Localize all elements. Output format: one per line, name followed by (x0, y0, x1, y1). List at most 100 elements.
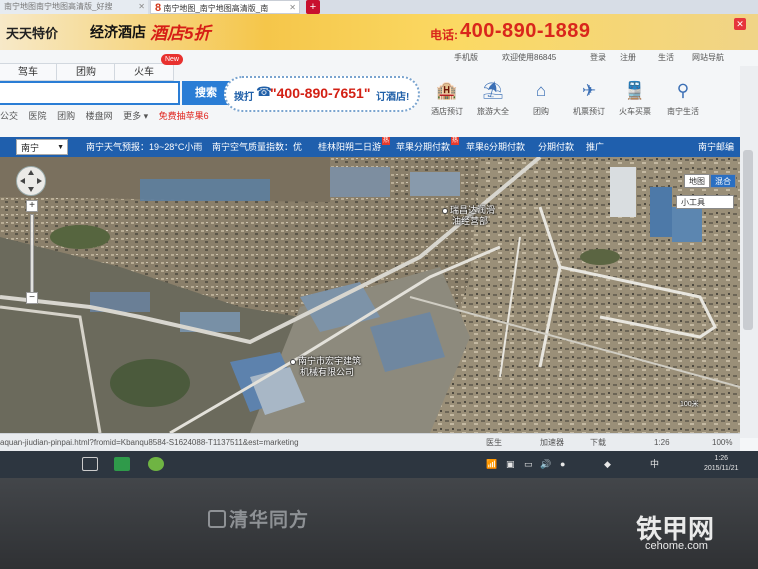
ime-indicator[interactable]: 中 (650, 457, 659, 471)
volume-icon[interactable]: 🔊 (540, 457, 551, 471)
browser-screen: 南宁地图南宁地图高清版_好搜 ✕ 8 南宁地图_南宁地图高清版_南 ✕ + 天天… (0, 0, 758, 478)
promo-link-label: 苹果分期付款 (396, 142, 451, 152)
tab-bar: 南宁地图南宁地图高清版_好搜 ✕ 8 南宁地图_南宁地图高清版_南 ✕ + (0, 0, 758, 14)
link-mobile[interactable]: 手机版 (454, 50, 478, 66)
close-icon[interactable]: ✕ (734, 18, 746, 30)
tab-label: 南宁地图_南宁地图高清版_南 (163, 4, 269, 13)
browser-tab-2[interactable]: 8 南宁地图_南宁地图高清版_南 ✕ (150, 0, 300, 14)
status-url: aquan-jiudian-pinpai.html?fromid=Kbanqu8… (0, 438, 299, 447)
link-property[interactable]: 楼盘网 (86, 111, 113, 121)
map-scale: 100米 (680, 401, 699, 408)
link-hospital[interactable]: 医院 (29, 111, 47, 121)
link-more[interactable]: 更多 ▾ (123, 111, 148, 121)
link-promo[interactable]: 免费抽苹果6 (159, 111, 209, 121)
icon-train[interactable]: 🚆 火车买票 (612, 80, 658, 117)
info-bar: 南宁 ▼ 南宁天气预报：19~28°C小雨 南宁空气质量指数：优 桂林阳朔二日游… (0, 137, 758, 157)
quick-links: 公交 医院 团购 楼盘网 更多 ▾ 免费抽苹果6 (0, 109, 217, 122)
poi-label-1[interactable]: 瑞昌达润滑 油经营部 (442, 205, 495, 227)
link-life[interactable]: 生活 (658, 50, 674, 66)
poi-label-line-2: 机械有限公司 (300, 367, 355, 377)
status-zoom[interactable]: 100% (712, 434, 732, 451)
icon-label: 南宁生活 (667, 107, 699, 116)
security-icon[interactable]: ● (560, 457, 565, 471)
poi-marker-icon (290, 358, 296, 365)
status-time: 1:26 (654, 438, 670, 447)
tray-icon[interactable]: ▣ (506, 457, 515, 471)
poi-label-line-1: 南宁市宏宇建筑 (298, 356, 362, 366)
new-badge: New (161, 54, 183, 65)
tab-drive[interactable]: 驾车 (0, 63, 58, 81)
map-type-map[interactable]: 地图 (684, 174, 710, 188)
taskbar-clock[interactable]: 1:26 2015/11/21 (704, 454, 739, 474)
poi-label-line-2: 油经营部 (452, 216, 489, 226)
task-view-icon[interactable] (82, 457, 98, 471)
icon-label: 团购 (533, 107, 549, 116)
promo-right-text: 订酒店! (376, 92, 410, 103)
link-site-nav[interactable]: 网站导航 (692, 50, 724, 66)
promo-link-label: 分期付款 (538, 142, 575, 152)
new-tab-button[interactable]: + (306, 0, 320, 14)
banner-left-text: 天天特价 (6, 26, 59, 41)
link-register[interactable]: 注册 (620, 50, 636, 66)
scrollbar-thumb[interactable] (743, 150, 753, 330)
zoom-in-button[interactable]: + (26, 200, 38, 212)
zoom-out-button[interactable]: − (26, 292, 38, 304)
tab-groupbuy[interactable]: 团购 (56, 63, 116, 81)
icon-hotel[interactable]: 🏨 酒店预订 (424, 80, 470, 117)
map-pan-control[interactable] (16, 166, 46, 196)
train-icon: 🚆 (624, 81, 646, 100)
promo-link-1[interactable]: 桂林阳朔二日游热 (318, 137, 391, 157)
icon-label: 酒店预订 (431, 107, 463, 116)
travel-icon: ⛱ (482, 81, 504, 100)
monitor-brand: 清华同方 (208, 505, 309, 532)
promo-left-text: 拨打 (234, 92, 254, 103)
browser-tab-1[interactable]: 南宁地图南宁地图高清版_好搜 ✕ (0, 0, 148, 14)
satellite-imagery (0, 157, 740, 433)
promo-link-4[interactable]: 分期付款 (538, 137, 574, 157)
pan-arrows-icon (20, 170, 42, 192)
tab-label: 南宁地图南宁地图高清版_好搜 (4, 2, 113, 11)
zoom-slider[interactable] (30, 214, 34, 294)
link-bus[interactable]: 公交 (0, 111, 18, 121)
map-type-hybrid[interactable]: 混合 (710, 174, 736, 188)
air-quality-text[interactable]: 南宁空气质量指数：优 (212, 137, 302, 157)
promo-link-2[interactable]: 苹果分期付款热 (396, 137, 460, 157)
poi-label-2[interactable]: 南宁市宏宇建筑 机械有限公司 (290, 356, 361, 378)
link-login[interactable]: 登录 (590, 50, 606, 66)
clock-date: 2015/11/21 (704, 465, 739, 472)
flight-icon: ✈ (581, 81, 597, 100)
browser-taskbar-icon[interactable] (114, 457, 130, 471)
satellite-map[interactable]: 瑞昌达润滑 油经营部 南宁市宏宇建筑 机械有限公司 100米 (0, 157, 740, 433)
banner-ad[interactable]: 天天特价 经济酒店 酒店5折 电话: 400-890-1889 ✕ (0, 14, 758, 50)
weather-text[interactable]: 南宁天气预报：19~28°C小雨 (86, 137, 202, 157)
promo-link-3[interactable]: 苹果6分期付款 (466, 137, 525, 157)
app-taskbar-icon[interactable] (148, 457, 164, 471)
link-groupbuy[interactable]: 团购 (57, 111, 75, 121)
tab-train[interactable]: 火车 (114, 63, 174, 81)
search-input[interactable] (0, 81, 180, 105)
hot-badge: 热 (382, 137, 391, 145)
hotel-promo-bubble[interactable]: 拨打 ☎ "400-890-7651" 订酒店! (224, 76, 420, 112)
status-download[interactable]: 下载 (590, 434, 606, 451)
hot-badge: 热 (451, 137, 460, 145)
city-select[interactable]: 南宁 ▼ (16, 139, 68, 155)
wifi-icon[interactable]: 📶 (486, 457, 497, 471)
icon-label: 旅游大全 (477, 107, 509, 116)
map-tools-dropdown[interactable]: 小工具 (676, 195, 734, 209)
search-button[interactable]: 搜索 (182, 81, 230, 105)
status-accelerator[interactable]: 加速器 (540, 434, 564, 451)
status-doctor[interactable]: 医生 (486, 434, 502, 451)
close-icon[interactable]: ✕ (138, 0, 145, 14)
promo-link-5[interactable]: 推广 (586, 137, 604, 157)
banner-hotel-text: 经济酒店 (90, 24, 146, 40)
icon-flight[interactable]: ✈ 机票预订 (566, 80, 612, 117)
postcode-link[interactable]: 南宁邮编 (698, 137, 734, 157)
banner-sale-text: 酒店5折 (150, 24, 211, 43)
battery-icon[interactable]: ▭ (524, 457, 533, 471)
close-icon[interactable]: ✕ (289, 1, 296, 13)
link-welcome: 欢迎使用86845 (502, 53, 557, 62)
icon-groupbuy[interactable]: ⌂ 团购 (518, 80, 564, 117)
icon-life[interactable]: ⚲ 南宁生活 (660, 80, 706, 117)
icon-travel[interactable]: ⛱ 旅游大全 (470, 80, 516, 117)
shield-icon[interactable]: ◆ (604, 457, 611, 471)
